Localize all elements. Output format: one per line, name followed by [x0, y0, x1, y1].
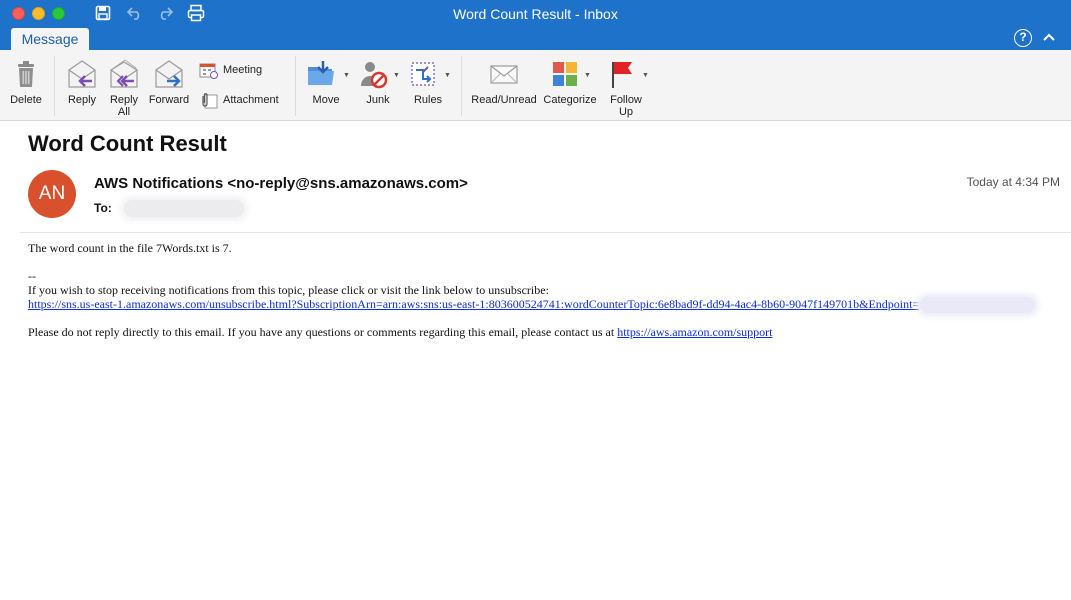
unsubscribe-text: If you wish to stop receiving notificati…	[28, 283, 549, 297]
unsubscribe-link[interactable]: https://sns.us-east-1.amazonaws.com/unsu…	[28, 297, 919, 311]
junk-dropdown-icon[interactable]: ▼	[393, 70, 400, 82]
move-folder-icon	[308, 61, 334, 85]
follow-up-label-line1: Follow	[610, 94, 642, 106]
reply-all-icon	[110, 59, 138, 88]
reply-all-label-line1: Reply	[109, 94, 139, 106]
follow-up-button[interactable]: ▼ Follow Up	[604, 50, 649, 121]
trash-icon	[18, 61, 34, 87]
delete-label: Delete	[10, 94, 42, 106]
move-dropdown-icon[interactable]: ▼	[343, 70, 350, 82]
signature-separator: --	[28, 269, 36, 283]
meeting-button[interactable]: Meeting	[199, 60, 262, 80]
attachment-button[interactable]: Attachment	[199, 90, 279, 110]
header-divider	[20, 232, 1071, 233]
unsubscribe-line: https://sns.us-east-1.amazonaws.com/unsu…	[28, 297, 919, 312]
title-bar: Word Count Result - Inbox Message ?	[0, 0, 1071, 50]
message-subject: Word Count Result	[28, 131, 227, 156]
categorize-icon	[553, 62, 577, 86]
categorize-label: Categorize	[543, 94, 597, 106]
body-word-count: The word count in the file 7Words.txt is…	[28, 241, 232, 255]
follow-up-label-line2: Up	[618, 106, 634, 118]
rules-label: Rules	[413, 94, 443, 106]
ribbon-divider	[54, 56, 55, 116]
categorize-button[interactable]: ▼ Categorize	[541, 50, 599, 121]
redacted-endpoint	[920, 297, 1035, 313]
meeting-label: Meeting	[223, 64, 263, 76]
junk-button[interactable]: ▼ Junk	[356, 50, 400, 121]
to-label: To:	[94, 201, 112, 215]
categorize-dropdown-icon[interactable]: ▼	[584, 70, 591, 82]
collapse-ribbon-icon[interactable]	[1041, 28, 1057, 46]
ribbon-toolbar: Delete Reply Reply All Forward Meeting A…	[0, 50, 1071, 121]
follow-up-dropdown-icon[interactable]: ▼	[642, 70, 649, 82]
delete-button[interactable]: Delete	[4, 50, 48, 121]
read-unread-button[interactable]: Read/Unread	[469, 50, 539, 121]
reply-icon	[68, 60, 96, 88]
tab-message[interactable]: Message	[11, 28, 89, 50]
window-title: Word Count Result - Inbox	[453, 6, 618, 22]
flag-icon	[612, 62, 632, 88]
read-unread-label: Read/Unread	[471, 94, 537, 106]
junk-label: Junk	[366, 94, 390, 106]
move-button[interactable]: ▼ Move	[303, 50, 350, 121]
ribbon-divider	[295, 56, 296, 116]
message-date: Today at 4:34 PM	[966, 175, 1060, 189]
follow-up-label: Follow Up	[604, 94, 648, 118]
ribbon-divider	[461, 56, 462, 116]
rules-dropdown-icon[interactable]: ▼	[444, 70, 451, 82]
reply-button[interactable]: Reply	[62, 50, 102, 121]
reply-label: Reply	[67, 94, 97, 106]
reply-all-button[interactable]: Reply All	[104, 50, 144, 121]
sender-name[interactable]: AWS Notifications <no-reply@sns.amazonaw…	[94, 175, 468, 192]
help-icon[interactable]: ?	[1014, 29, 1032, 47]
forward-button[interactable]: Forward	[146, 50, 192, 121]
junk-icon	[361, 62, 388, 89]
attachment-label: Attachment	[223, 94, 279, 106]
footer-line: Please do not reply directly to this ema…	[28, 325, 773, 340]
rules-button[interactable]: ▼ Rules	[406, 50, 451, 121]
footer-text: Please do not reply directly to this ema…	[28, 325, 618, 339]
avatar[interactable]: AN	[28, 170, 76, 218]
envelope-icon	[490, 65, 518, 84]
reply-all-label-line2: All	[117, 106, 131, 118]
paperclip-icon	[202, 92, 218, 108]
support-link[interactable]: https://aws.amazon.com/support	[617, 325, 772, 339]
redacted-recipient	[124, 200, 244, 217]
forward-label: Forward	[148, 94, 190, 106]
meeting-icon	[199, 63, 218, 79]
forward-icon	[155, 60, 183, 88]
move-label: Move	[312, 94, 340, 106]
reply-all-label: Reply All	[104, 94, 144, 118]
rules-icon	[411, 62, 435, 86]
